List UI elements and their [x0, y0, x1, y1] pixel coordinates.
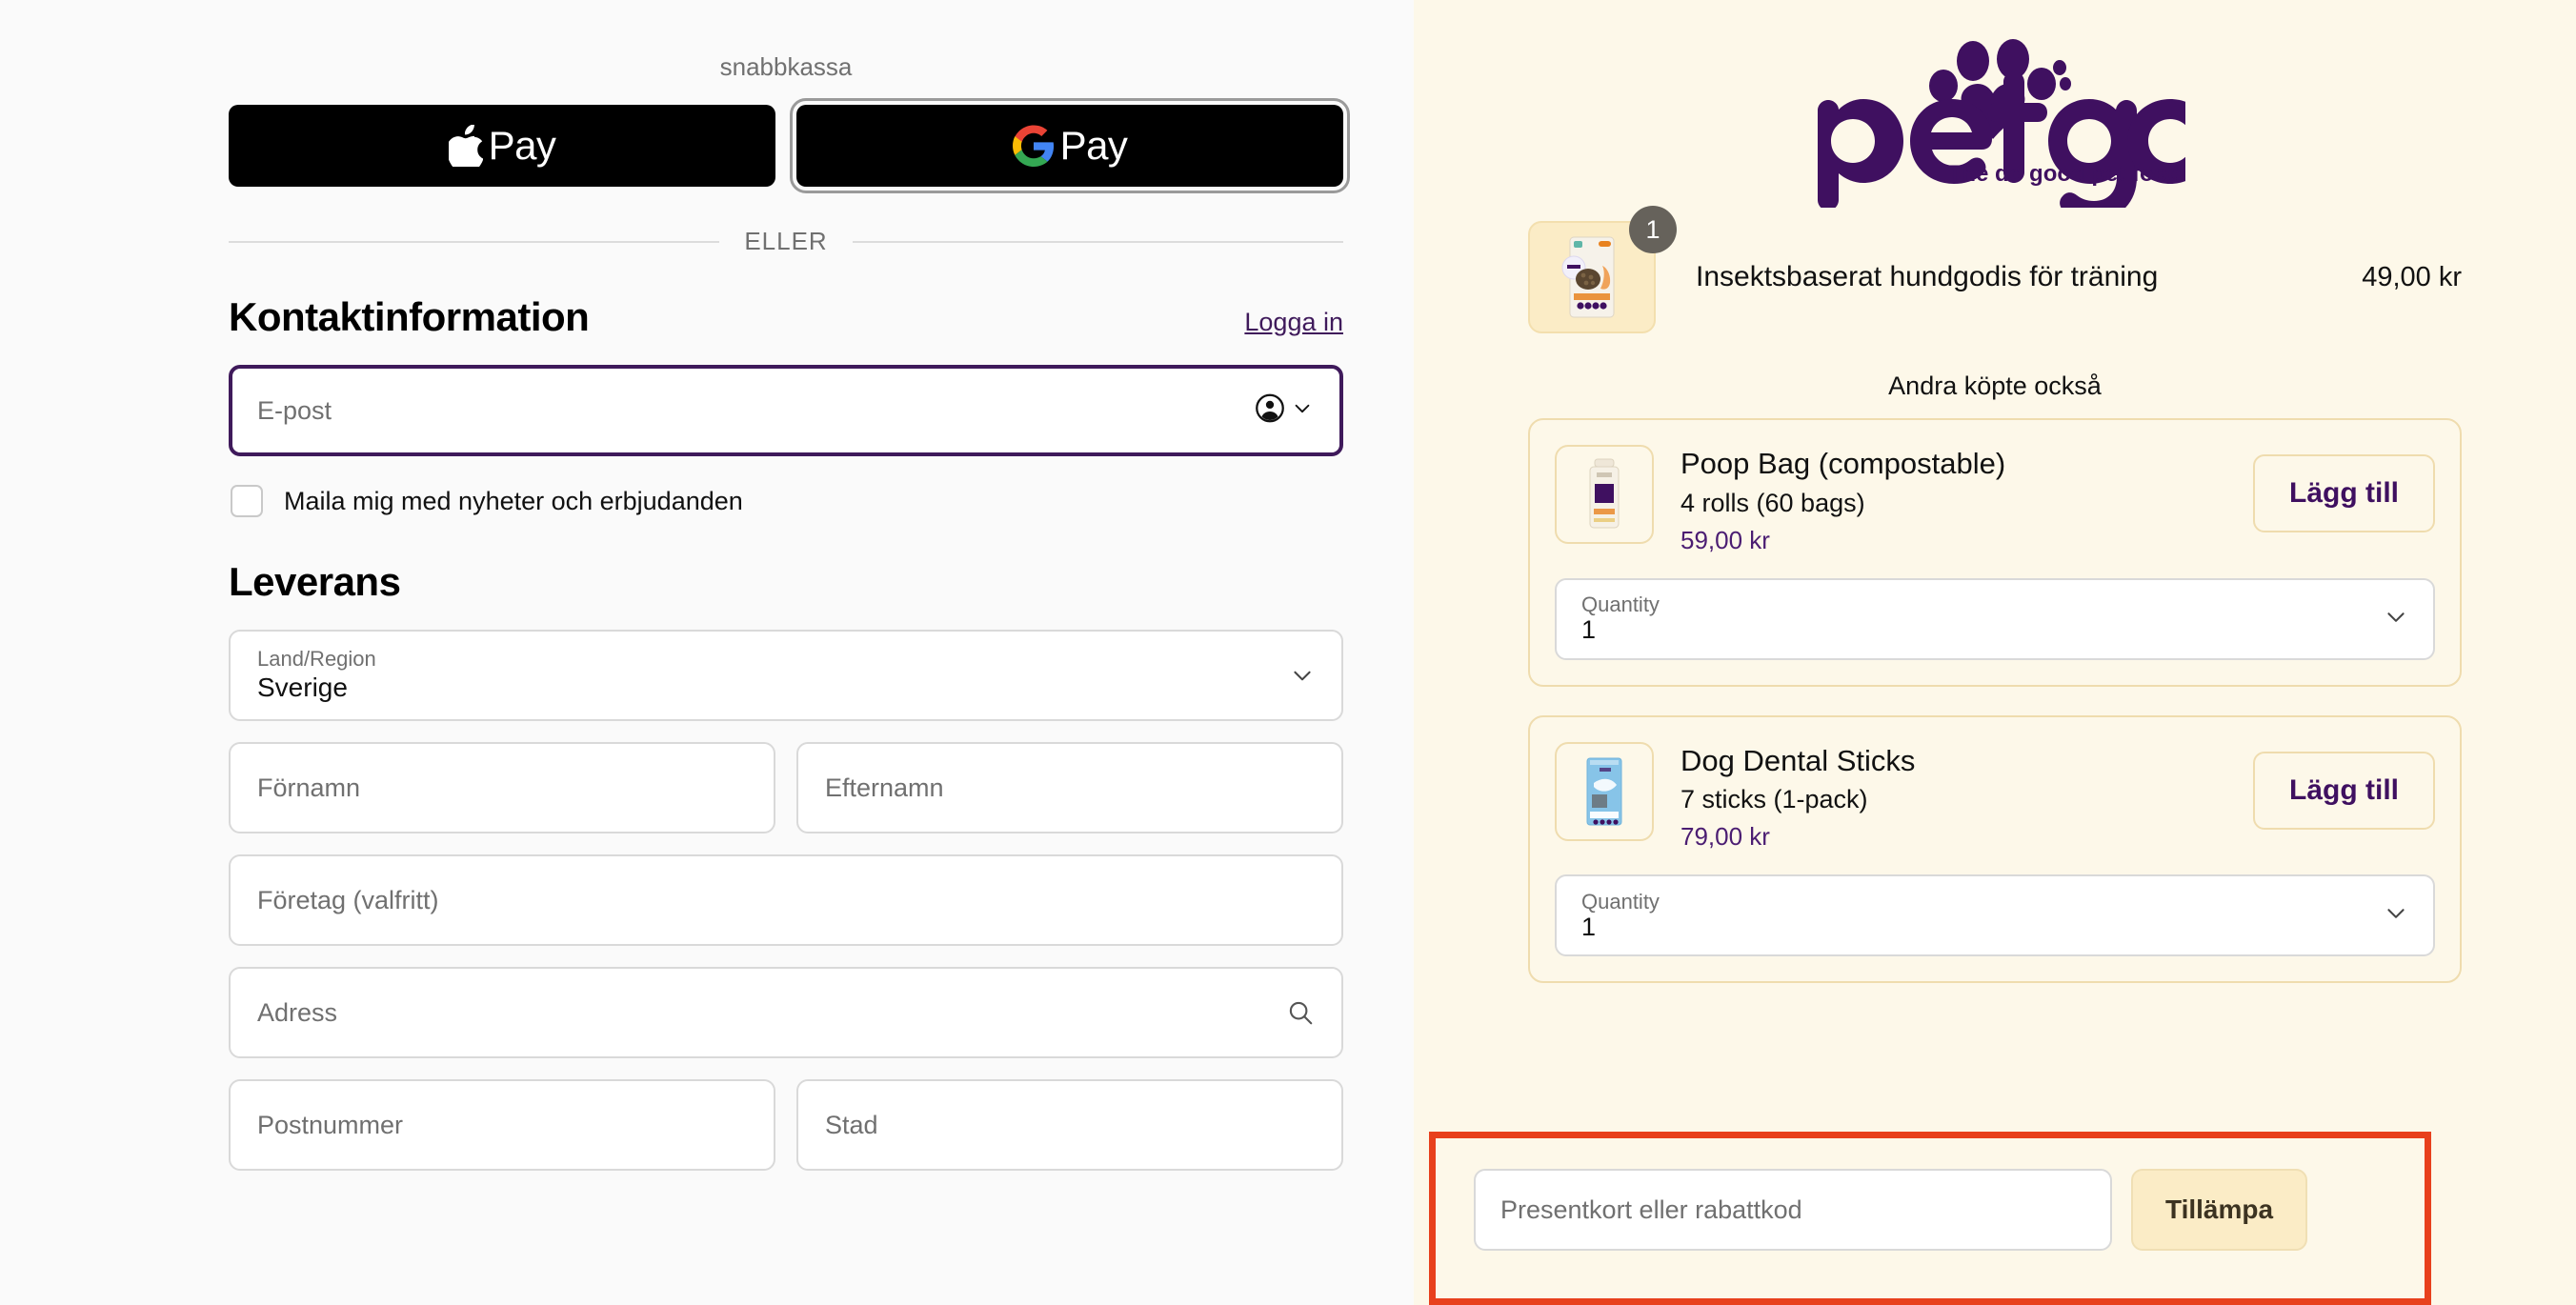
last-name-placeholder: Efternamn	[825, 773, 944, 802]
search-icon[interactable]	[1286, 998, 1315, 1027]
discount-code-highlight: Presentkort eller rabattkod Tillämpa	[1429, 1132, 2431, 1305]
checkout-form-panel: snabbkassa Pay Pay ELLER Kontaktinformat…	[0, 0, 1414, 1305]
apple-logo-icon	[448, 125, 483, 167]
apple-pay-label: Pay	[488, 123, 556, 168]
or-divider: ELLER	[229, 227, 1344, 256]
first-name-field[interactable]: Förnamn	[229, 742, 775, 833]
city-placeholder: Stad	[825, 1110, 878, 1139]
upsell-card-top: Dog Dental Sticks 7 sticks (1-pack) 79,0…	[1555, 741, 2435, 853]
chevron-down-icon[interactable]	[1290, 663, 1315, 688]
last-name-field[interactable]: Efternamn	[796, 742, 1343, 833]
upsell-quantity-value: 1	[1581, 615, 1597, 645]
google-pay-button[interactable]: Pay	[790, 98, 1350, 193]
chevron-down-icon[interactable]	[1292, 398, 1313, 424]
discount-code-input[interactable]: Presentkort eller rabattkod	[1474, 1169, 2112, 1251]
postal-code-placeholder: Postnummer	[257, 1110, 404, 1139]
email-account-control[interactable]	[1255, 393, 1313, 429]
upsell-product-price: 59,00 kr	[1680, 525, 1770, 554]
company-placeholder: Företag (valfritt)	[257, 885, 439, 914]
email-placeholder: E-post	[257, 395, 332, 425]
upsell-quantity-label: Quantity	[1581, 592, 1660, 617]
postal-code-field[interactable]: Postnummer	[229, 1079, 775, 1171]
upsell-product-image	[1555, 445, 1654, 544]
contact-section-header: Kontaktinformation Logga in	[229, 294, 1343, 340]
upsell-product-title: Dog Dental Sticks	[1680, 743, 1916, 777]
newsletter-label: Maila mig med nyheter och erbjudanden	[284, 486, 743, 515]
newsletter-checkbox[interactable]	[231, 485, 263, 517]
petgood-logo-icon: The do good pet food	[1818, 39, 2185, 208]
newsletter-checkbox-row[interactable]: Maila mig med nyheter och erbjudanden	[231, 485, 1343, 517]
delivery-section-title: Leverans	[229, 559, 401, 604]
discount-code-placeholder: Presentkort eller rabattkod	[1500, 1195, 1802, 1224]
upsell-product-title: Poop Bag (compostable)	[1680, 447, 2006, 480]
apple-pay-button[interactable]: Pay	[229, 105, 775, 187]
chevron-down-icon[interactable]	[2384, 901, 2408, 931]
account-circle-icon[interactable]	[1255, 393, 1285, 429]
brand-tagline: The do good pet food	[1948, 161, 2182, 187]
upsell-card-top: Poop Bag (compostable) 4 rolls (60 bags)…	[1555, 445, 2435, 555]
address-field[interactable]: Adress	[229, 967, 1343, 1058]
cart-item-quantity-badge: 1	[1629, 206, 1677, 253]
add-to-cart-button[interactable]: Lägg till	[2253, 454, 2435, 532]
contact-section-title: Kontaktinformation	[229, 294, 590, 339]
cart-item-row: 1 Insektsbaserat hundgodis för träning 4…	[1528, 206, 2462, 333]
upsell-quantity-label: Quantity	[1581, 889, 1660, 914]
divider-line-left	[229, 240, 720, 243]
upsell-product-price: 79,00 kr	[1680, 822, 1770, 852]
brand-logo: The do good pet food	[1528, 0, 2462, 208]
login-link[interactable]: Logga in	[1244, 308, 1343, 337]
cart-item-price: 49,00 kr	[2362, 261, 2462, 292]
order-summary-panel: The do good pet food 1 Insektsbaserat hu…	[1414, 0, 2576, 1305]
divider-label: ELLER	[744, 227, 828, 255]
upsell-product-info: Dog Dental Sticks 7 sticks (1-pack) 79,0…	[1680, 742, 2226, 853]
upsell-quantity-select[interactable]: Quantity 1	[1555, 577, 2435, 660]
discount-code-row: Presentkort eller rabattkod Tillämpa	[1474, 1169, 2308, 1251]
country-label: Land/Region	[257, 646, 376, 671]
upsell-heading: Andra köpte också	[1888, 371, 2102, 400]
postal-city-row: Postnummer Stad	[229, 1079, 1343, 1171]
country-value: Sverige	[257, 672, 348, 702]
city-field[interactable]: Stad	[796, 1079, 1343, 1171]
upsell-product-info: Poop Bag (compostable) 4 rolls (60 bags)…	[1680, 445, 2226, 555]
upsell-product-image	[1555, 741, 1654, 841]
first-name-placeholder: Förnamn	[257, 773, 361, 802]
upsell-card: Poop Bag (compostable) 4 rolls (60 bags)…	[1528, 418, 2462, 687]
google-logo-icon	[1012, 125, 1055, 167]
checkout-page: snabbkassa Pay Pay ELLER Kontaktinformat…	[0, 0, 2576, 1305]
apply-discount-button[interactable]: Tillämpa	[2131, 1169, 2308, 1251]
email-field[interactable]: E-post	[229, 365, 1343, 456]
google-pay-label: Pay	[1059, 123, 1128, 168]
cart-item-thumbnail-wrap: 1	[1528, 206, 1677, 333]
chevron-down-icon[interactable]	[2384, 604, 2408, 633]
cart-item-name: Insektsbaserat hundgodis för träning	[1696, 261, 2159, 292]
divider-line-right	[852, 240, 1344, 243]
express-payment-buttons: Pay Pay	[229, 98, 1350, 193]
company-field[interactable]: Företag (valfritt)	[229, 854, 1343, 946]
upsell-product-subtitle: 7 sticks (1-pack)	[1680, 785, 1868, 814]
address-placeholder: Adress	[257, 997, 338, 1027]
upsell-quantity-select[interactable]: Quantity 1	[1555, 874, 2435, 957]
name-fields-row: Förnamn Efternamn	[229, 742, 1343, 833]
upsell-quantity-value: 1	[1581, 912, 1597, 941]
country-select[interactable]: Land/Region Sverige	[229, 630, 1343, 721]
upsell-card: Dog Dental Sticks 7 sticks (1-pack) 79,0…	[1528, 714, 2462, 984]
upsell-product-subtitle: 4 rolls (60 bags)	[1680, 488, 1865, 517]
add-to-cart-button[interactable]: Lägg till	[2253, 751, 2435, 830]
express-checkout-label: snabbkassa	[719, 52, 853, 81]
